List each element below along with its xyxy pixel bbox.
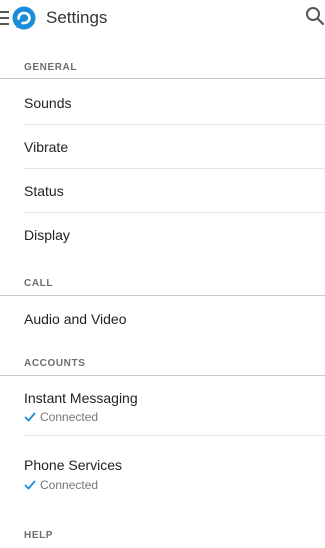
section-header-general: GENERAL [24, 62, 78, 73]
account-status: Connected [24, 409, 98, 425]
section-header-call: CALL [24, 278, 54, 289]
section-divider [0, 78, 325, 79]
hamburger-menu-icon[interactable] [0, 11, 10, 25]
status-label: Connected [40, 478, 99, 492]
settings-item-status[interactable]: Status [24, 182, 64, 200]
checkmark-icon [24, 480, 36, 490]
section-header-accounts: ACCOUNTS [24, 358, 86, 369]
section-divider [0, 295, 325, 296]
search-icon[interactable] [305, 5, 325, 27]
settings-item-instant-messaging[interactable]: Instant Messaging [24, 389, 138, 407]
section-divider [0, 375, 325, 376]
item-divider [24, 168, 325, 169]
app-header: Settings [0, 0, 325, 42]
status-label: Connected [40, 410, 99, 424]
settings-item-vibrate[interactable]: Vibrate [24, 138, 68, 156]
settings-item-sounds[interactable]: Sounds [24, 94, 71, 112]
settings-item-phone-services[interactable]: Phone Services [24, 456, 122, 474]
item-divider [24, 212, 325, 213]
item-divider [24, 435, 325, 436]
settings-item-display[interactable]: Display [24, 226, 70, 244]
account-status: Connected [24, 477, 98, 493]
item-divider [24, 124, 325, 125]
checkmark-icon [24, 412, 36, 422]
settings-item-audio-video[interactable]: Audio and Video [24, 310, 127, 328]
section-header-help: HELP [24, 530, 54, 541]
page-title: Settings [46, 8, 108, 27]
app-logo-icon [12, 6, 36, 30]
